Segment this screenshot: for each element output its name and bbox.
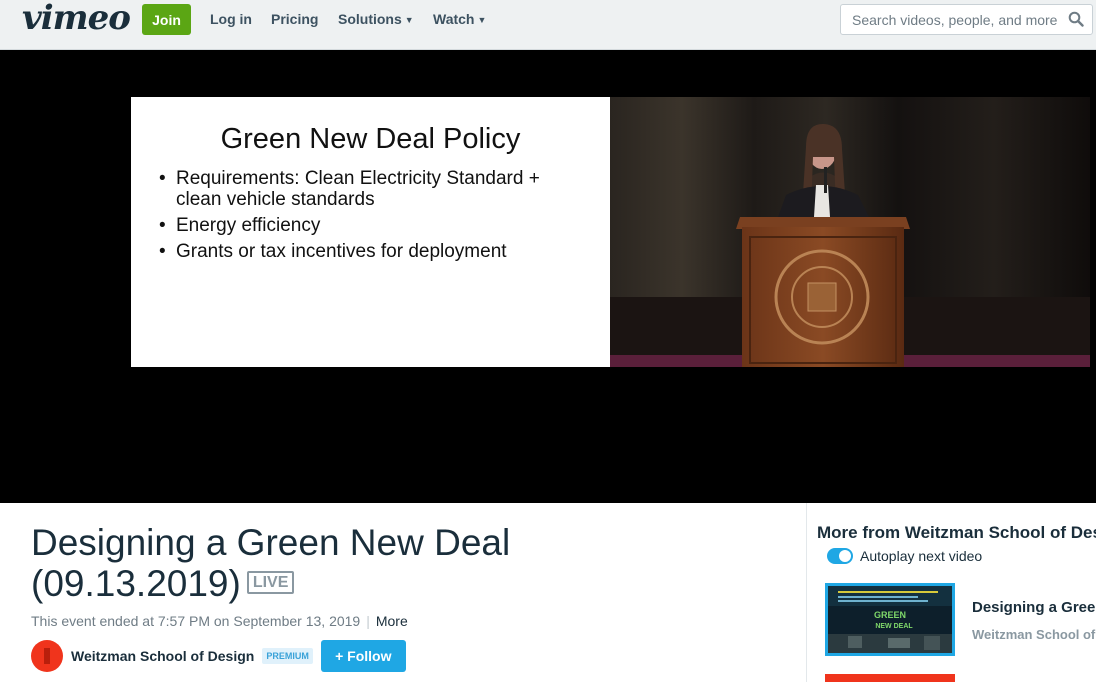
sidebar-title: More from Weitzman School of Design bbox=[817, 523, 1096, 542]
video-title: Designing a Green New Deal (09.13.2019) L… bbox=[31, 522, 591, 604]
vimeo-logo[interactable]: vimeo bbox=[22, 0, 131, 38]
search-box bbox=[840, 4, 1093, 35]
live-badge: LIVE bbox=[246, 570, 295, 594]
autoplay-label: Autoplay next video bbox=[860, 548, 983, 564]
premium-badge: PREMIUM bbox=[262, 648, 313, 664]
watch-label: Watch bbox=[433, 11, 475, 27]
related-videos-sidebar: More from Weitzman School of Design Auto… bbox=[806, 503, 1096, 682]
channel-avatar[interactable] bbox=[31, 640, 63, 672]
search-input[interactable] bbox=[850, 11, 1064, 29]
slide-bullets: Requirements: Clean Electricity Standard… bbox=[157, 168, 577, 267]
login-link[interactable]: Log in bbox=[210, 11, 252, 27]
thumbnail-image: GREEN NEW DEAL bbox=[828, 586, 952, 653]
slide-bullet: Requirements: Clean Electricity Standard… bbox=[157, 168, 577, 210]
watch-menu[interactable]: Watch ▼ bbox=[433, 11, 486, 27]
chevron-down-icon: ▼ bbox=[477, 15, 487, 25]
event-status-text: This event ended at 7:57 PM on September… bbox=[31, 613, 361, 629]
speaker-at-podium-image bbox=[610, 97, 1090, 367]
slide-title: Green New Deal Policy bbox=[220, 123, 521, 155]
solutions-label: Solutions bbox=[338, 11, 402, 27]
event-status-line: This event ended at 7:57 PM on September… bbox=[31, 613, 408, 629]
thumb-text-green: GREEN bbox=[874, 610, 906, 620]
channel-name[interactable]: Weitzman School of Design bbox=[71, 648, 254, 664]
separator: | bbox=[366, 613, 370, 629]
recommended-video-channel[interactable]: Weitzman School of Design bbox=[972, 627, 1096, 642]
search-icon[interactable] bbox=[1068, 11, 1084, 27]
video-frame: Green New Deal Policy Requirements: Clea… bbox=[131, 97, 1090, 367]
thumb-text-new-deal: NEW DEAL bbox=[875, 623, 913, 630]
next-video-thumbnail[interactable] bbox=[825, 674, 955, 682]
recommended-video-title[interactable]: Designing a Green New Deal bbox=[972, 599, 1096, 616]
solutions-menu[interactable]: Solutions ▼ bbox=[338, 11, 414, 27]
stage-camera-view bbox=[610, 97, 1090, 367]
pricing-link[interactable]: Pricing bbox=[271, 11, 318, 27]
recommended-video-thumbnail[interactable]: GREEN NEW DEAL bbox=[825, 583, 955, 656]
join-button[interactable]: Join bbox=[142, 4, 191, 35]
autoplay-control: Autoplay next video bbox=[827, 548, 982, 564]
channel-bar: Weitzman School of Design PREMIUM + Foll… bbox=[31, 639, 406, 673]
more-link[interactable]: More bbox=[376, 613, 408, 629]
follow-button[interactable]: + Follow bbox=[320, 640, 406, 672]
slide-bullet: Grants or tax incentives for deployment bbox=[157, 241, 577, 262]
presentation-slide: Green New Deal Policy Requirements: Clea… bbox=[131, 97, 610, 367]
autoplay-toggle[interactable] bbox=[827, 548, 853, 564]
video-player[interactable]: Green New Deal Policy Requirements: Clea… bbox=[0, 50, 1096, 503]
slide-bullet: Energy efficiency bbox=[157, 215, 577, 236]
top-navigation-bar: vimeo Join Log in Pricing Solutions ▼ Wat… bbox=[0, 0, 1096, 50]
chevron-down-icon: ▼ bbox=[404, 15, 414, 25]
